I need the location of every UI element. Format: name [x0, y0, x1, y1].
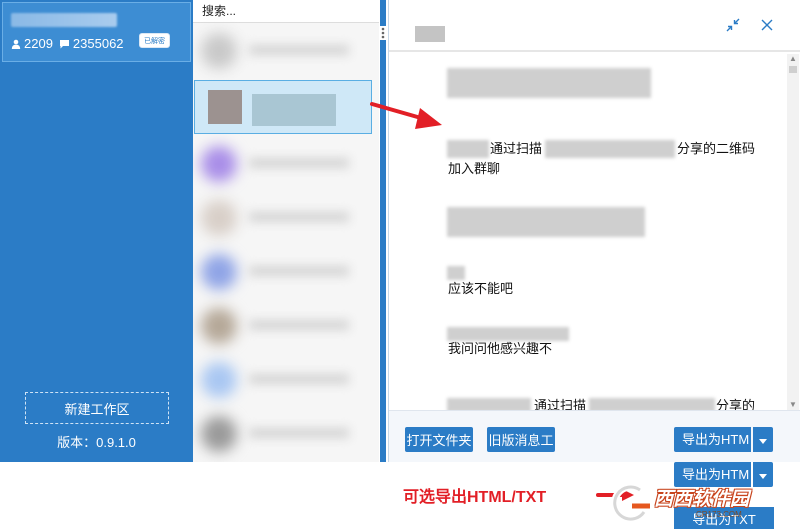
- annotation-arrow-icon: [370, 102, 442, 129]
- sender-name-redacted: [447, 398, 531, 410]
- friends-stat: 2209: [11, 36, 53, 51]
- chat-list-item[interactable]: [193, 298, 379, 352]
- chat-name-redacted: [249, 158, 349, 168]
- watermark-url: CR173.COM: [696, 510, 742, 519]
- sender-name-redacted: [447, 266, 465, 280]
- message-panel: 通过扫描 分享的二维码 加入群聊 应该不能吧 我问问他感兴趣不 通过扫描 分享的…: [388, 0, 800, 462]
- chat-name-redacted: [252, 94, 336, 126]
- message-text: 通过扫描: [490, 141, 543, 156]
- chat-name-redacted: [249, 428, 349, 438]
- person-icon: [11, 39, 21, 49]
- chat-list-item[interactable]: [193, 406, 379, 460]
- message-text: 通过扫描: [534, 398, 587, 410]
- chat-list-item[interactable]: [193, 190, 379, 244]
- version-label: 版本：: [57, 435, 97, 450]
- message-text: 我问问他感兴趣不: [448, 341, 553, 356]
- chat-name-redacted: [249, 212, 349, 222]
- legacy-messages-button[interactable]: 旧版消息工: [487, 427, 555, 452]
- scrollbar-handle[interactable]: [379, 26, 387, 40]
- avatar: [208, 90, 242, 124]
- export-html-button[interactable]: 导出为HTM: [674, 427, 751, 452]
- account-card[interactable]: 2209 2355062 已解密: [2, 2, 191, 62]
- chat-list-item[interactable]: [193, 244, 379, 298]
- version-info: 版本：0.9.1.0: [0, 432, 193, 451]
- new-workspace-button[interactable]: 新建工作区: [25, 392, 169, 424]
- chat-title-redacted: [415, 26, 445, 42]
- search-bar[interactable]: [193, 0, 379, 23]
- open-folder-button[interactable]: 打开文件夹: [405, 427, 473, 452]
- scrollbar-track: [380, 0, 386, 462]
- chat-name-redacted: [249, 45, 349, 55]
- account-name-redacted: [11, 13, 117, 27]
- export-dropdown-toggle[interactable]: [753, 427, 773, 452]
- annotation-caption: 可选导出HTML/TXT: [403, 489, 547, 506]
- avatar: [201, 33, 237, 69]
- message-scrollbar[interactable]: ▲ ▼: [787, 54, 799, 410]
- search-input[interactable]: [202, 0, 362, 23]
- chat-name-redacted: [249, 374, 349, 384]
- message-list: 通过扫描 分享的二维码 加入群聊 应该不能吧 我问问他感兴趣不 通过扫描 分享的: [389, 54, 787, 410]
- sender-name-redacted: [447, 140, 489, 158]
- collapse-icon[interactable]: [725, 17, 741, 33]
- decrypted-badge: 已解密: [139, 33, 170, 48]
- close-icon[interactable]: [759, 17, 775, 33]
- message-text: 加入群聊: [448, 161, 501, 176]
- messages-stat: 2355062: [59, 36, 124, 51]
- scrollbar-thumb[interactable]: [789, 66, 797, 73]
- avatar: [201, 308, 237, 344]
- message-text: 分享的: [716, 398, 756, 410]
- group-owner-redacted: [545, 140, 675, 158]
- watermark: 西西软件园 CR173.COM: [608, 480, 800, 529]
- account-sidebar: 2209 2355062 已解密 新建工作区 版本：0.9.1.0: [0, 0, 193, 462]
- caret-down-icon: [759, 432, 767, 447]
- avatar: [201, 200, 237, 236]
- messages-count: 2355062: [72, 36, 124, 51]
- chat-list-scrollbar[interactable]: [379, 0, 387, 462]
- avatar: [201, 362, 237, 398]
- sender-name-redacted: [447, 68, 651, 98]
- version-value: 0.9.1.0: [96, 435, 136, 450]
- watermark-logo-icon: [611, 483, 650, 523]
- chat-list-item[interactable]: [193, 23, 379, 77]
- chat-list-item[interactable]: [193, 136, 379, 190]
- action-bar: 打开文件夹 旧版消息工 导出为HTM: [389, 410, 800, 462]
- watermark-name: 西西软件园: [654, 489, 750, 510]
- chat-bubble-icon: [59, 39, 70, 49]
- scroll-down-icon[interactable]: ▼: [787, 400, 799, 410]
- chat-list-item-selected[interactable]: [194, 80, 372, 134]
- chat-name-redacted: [249, 266, 349, 276]
- sender-name-redacted: [447, 207, 645, 237]
- chat-list-item[interactable]: [193, 352, 379, 406]
- export-split-button: 导出为HTM: [674, 427, 773, 452]
- chat-list-panel: [193, 0, 379, 462]
- avatar: [201, 254, 237, 290]
- avatar: [201, 416, 237, 452]
- avatar: [201, 146, 237, 182]
- message-text: 分享的二维码: [677, 141, 756, 156]
- message-header: [389, 0, 800, 52]
- friends-count: 2209: [24, 36, 53, 51]
- message-text: 应该不能吧: [448, 281, 514, 296]
- scroll-up-icon[interactable]: ▲: [787, 54, 799, 64]
- group-owner-redacted: [589, 398, 715, 410]
- account-stats: 2209 2355062: [11, 36, 130, 51]
- chat-name-redacted: [249, 320, 349, 330]
